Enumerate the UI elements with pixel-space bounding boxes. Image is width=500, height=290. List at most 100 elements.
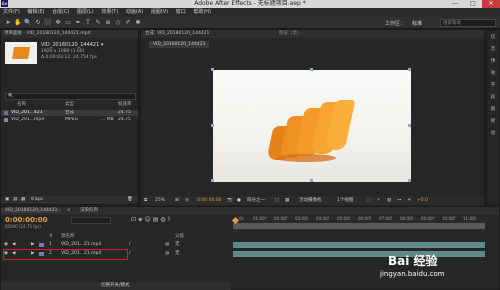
exposure-value[interactable]: +0.0: [417, 196, 428, 205]
toggle-switches-modes[interactable]: 切换开关/模式: [101, 282, 130, 290]
transform-handle[interactable]: [211, 179, 214, 182]
time-ruler[interactable]: 0s 01:00f 02:00f 03:00f 04:00f 05:00f 06…: [231, 216, 485, 232]
close-tab-icon[interactable]: ×: [63, 208, 75, 213]
view-layout-select[interactable]: 1个视图: [337, 196, 353, 205]
pickwhip-icon[interactable]: @: [165, 250, 170, 258]
fx-switch-icon[interactable]: /: [129, 250, 131, 258]
shy-icon[interactable]: ☺: [145, 216, 151, 223]
pen-tool-icon[interactable]: ✒: [74, 19, 82, 27]
project-search-input[interactable]: 🔍: [5, 93, 136, 100]
workspace-select[interactable]: 标准: [412, 20, 422, 27]
pickwhip-icon[interactable]: @: [165, 241, 170, 249]
current-time[interactable]: 0:00:00:00: [5, 216, 48, 224]
panel-effects[interactable]: 效: [487, 68, 499, 80]
menu-effect[interactable]: 效果(T): [98, 8, 121, 17]
transform-handle[interactable]: [310, 68, 313, 71]
breadcrumb[interactable]: VID_20180120_144421: [149, 41, 210, 48]
menu-composition[interactable]: 合成(C): [49, 8, 72, 17]
draft-3d-icon[interactable]: ◈: [138, 216, 143, 223]
pan-behind-tool-icon[interactable]: ✥: [54, 19, 62, 27]
transform-handle[interactable]: [408, 124, 411, 127]
expand-arrow-icon[interactable]: ▶: [31, 241, 34, 249]
comp-timecode[interactable]: 0:00:00:00: [197, 196, 222, 205]
delete-icon[interactable]: 🗑: [127, 196, 133, 204]
panel-motion[interactable]: 动: [487, 128, 499, 140]
layer-parent[interactable]: 无: [175, 241, 180, 249]
graph-editor-icon[interactable]: ⌇: [167, 216, 170, 223]
menu-edit[interactable]: 编辑(E): [24, 8, 47, 17]
layer-name[interactable]: VID_201...21.mp4: [61, 241, 101, 249]
panel-tracker[interactable]: 跟: [487, 104, 499, 116]
frame-blending-icon[interactable]: ▤: [153, 216, 159, 223]
composition-viewer[interactable]: [211, 68, 411, 182]
zoom-select[interactable]: 25%: [155, 196, 165, 205]
layer-track-bar[interactable]: [233, 251, 485, 257]
column-fps[interactable]: 帧速率: [118, 102, 132, 108]
fast-preview-icon[interactable]: ⚡: [377, 196, 380, 205]
roto-brush-tool-icon[interactable]: ✐: [124, 19, 132, 27]
comp-mini-flowchart-icon[interactable]: ⊡: [131, 216, 136, 223]
always-preview-icon[interactable]: ⧉: [144, 196, 147, 205]
column-number[interactable]: #: [49, 234, 53, 240]
layer-row[interactable]: ◉ ◀ ▶ 1 VID_201...21.mp4 / @ 无: [1, 241, 231, 249]
transparency-grid-icon[interactable]: ▦: [285, 196, 289, 205]
flowchart-icon[interactable]: ⊶: [397, 196, 402, 205]
tab-timeline[interactable]: VID_20180120_144421: [1, 208, 62, 213]
bpc-label[interactable]: 8 bpc: [31, 196, 43, 204]
visibility-icon[interactable]: ◉: [4, 241, 8, 249]
menu-view[interactable]: 视图(V): [148, 8, 171, 17]
panel-preview[interactable]: 预: [487, 56, 499, 68]
mask-visibility-icon[interactable]: ◎: [185, 196, 189, 205]
puppet-tool-icon[interactable]: ✱: [134, 19, 142, 27]
panel-character[interactable]: 字: [487, 80, 499, 92]
panel-audio[interactable]: 音: [487, 44, 499, 56]
column-source-name[interactable]: 源名称: [61, 234, 75, 240]
transform-handle[interactable]: [408, 68, 411, 71]
close-button[interactable]: ✕: [482, 0, 500, 8]
color-channel-icon[interactable]: ●: [237, 196, 241, 205]
menu-window[interactable]: 窗口: [173, 8, 189, 17]
camera-select[interactable]: 活动摄像机: [299, 196, 322, 205]
interpret-footage-icon[interactable]: ▣: [5, 196, 9, 204]
new-folder-icon[interactable]: ▤: [13, 196, 17, 204]
brush-tool-icon[interactable]: ✎: [94, 19, 102, 27]
hand-tool-icon[interactable]: ✋: [14, 19, 22, 27]
transform-handle[interactable]: [211, 68, 214, 71]
transform-handle[interactable]: [310, 179, 313, 182]
tab-render-queue[interactable]: 渲染队列: [76, 208, 102, 213]
maximize-button[interactable]: □: [464, 0, 482, 8]
column-name[interactable]: 名称: [17, 102, 26, 108]
selection-tool-icon[interactable]: ➤: [4, 19, 12, 27]
timeline-search-input[interactable]: [71, 217, 111, 224]
menu-animation[interactable]: 动画(A): [123, 8, 146, 17]
tab-project[interactable]: 项目面板 - VID_20180120_144421.mp4: [1, 30, 138, 38]
new-composition-icon[interactable]: ▦: [21, 196, 25, 204]
panel-wiggler[interactable]: 摇: [487, 116, 499, 128]
fx-switch-icon[interactable]: /: [129, 241, 131, 249]
region-of-interest-icon[interactable]: ▢: [275, 196, 279, 205]
type-tool-icon[interactable]: T: [84, 19, 92, 27]
clone-tool-icon[interactable]: ⊕: [104, 19, 112, 27]
pixel-aspect-icon[interactable]: ⬚: [367, 196, 371, 205]
layer-track-bar[interactable]: [233, 242, 485, 248]
mask-tool-icon[interactable]: ▭: [64, 19, 72, 27]
menu-file[interactable]: 文件(F): [0, 8, 23, 17]
transform-handle[interactable]: [211, 124, 214, 127]
layer-parent[interactable]: 无: [175, 250, 180, 258]
tab-layer[interactable]: 图层: (无): [275, 31, 303, 36]
label-color-icon[interactable]: [39, 243, 44, 247]
zoom-tool-icon[interactable]: 🔍: [24, 19, 32, 27]
timeline-icon[interactable]: ▥: [387, 196, 391, 205]
rotate-tool-icon[interactable]: ↻: [34, 19, 42, 27]
panel-info[interactable]: 信: [487, 32, 499, 44]
eraser-tool-icon[interactable]: ◇: [114, 19, 122, 27]
work-area-bar[interactable]: [233, 223, 485, 229]
motion-blur-icon[interactable]: ◍: [160, 216, 165, 223]
tab-composition[interactable]: 合成: VID_20180120_144421: [141, 31, 213, 36]
project-row[interactable]: VID_201...mp4 MPEG ... MB 24.75: [1, 117, 138, 123]
menu-help[interactable]: 帮助(H): [190, 8, 214, 17]
help-search-input[interactable]: 搜索帮助: [440, 19, 496, 27]
panel-paragraph[interactable]: 段: [487, 92, 499, 104]
snapshot-icon[interactable]: 📷: [227, 196, 233, 205]
minimize-button[interactable]: —: [446, 0, 464, 8]
